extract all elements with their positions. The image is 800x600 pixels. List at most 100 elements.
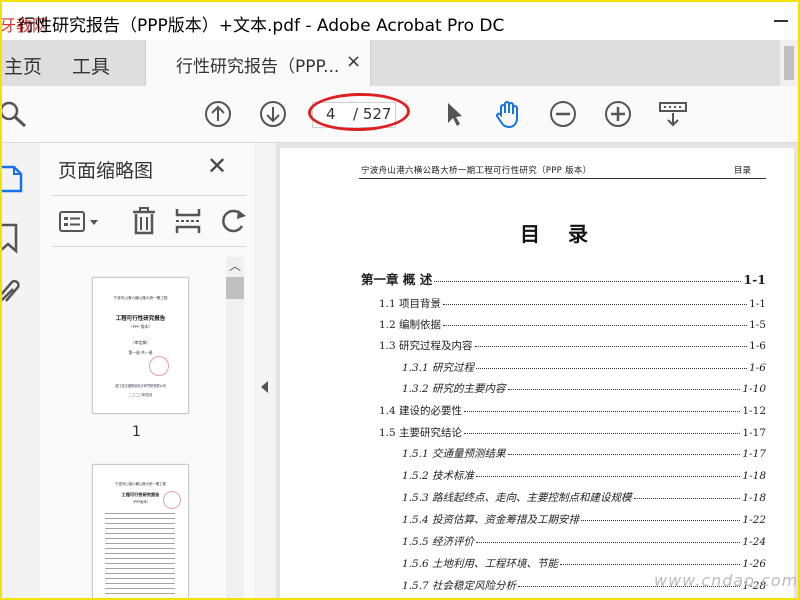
delete-icon[interactable]	[130, 206, 158, 240]
toc-entry-page: 1-6	[749, 362, 766, 374]
toc-leader-dots	[507, 454, 741, 455]
toc-entry[interactable]: 1.4 建设的必要性 1-12	[379, 403, 766, 418]
collapse-arrow-icon[interactable]	[261, 381, 268, 393]
toc-entry-page: 1-12	[742, 405, 766, 417]
toc-entry[interactable]: 1.5.5 经济评价 1-24	[402, 534, 766, 549]
zoom-out-icon[interactable]	[547, 98, 579, 130]
toc-leader-dots	[443, 304, 748, 305]
thumb-line: （PPP 版本）	[128, 324, 153, 329]
page-up-icon[interactable]	[202, 98, 234, 130]
title-bar: 牙教网 行性研究报告（PPP版本）+文本.pdf - Adobe Acrobat…	[2, 2, 798, 40]
attachment-icon[interactable]	[2, 275, 26, 309]
toc-entry-page: 1-18	[742, 470, 766, 482]
panel-toolbar	[52, 195, 246, 247]
panel-title: 页面缩略图	[58, 160, 154, 182]
toc-leader-dots	[474, 346, 748, 347]
toc-entry[interactable]: 1.5.4 投资估算、资金筹措及工期安排 1-22	[402, 512, 766, 527]
thumb-line: 宁波舟山港六横公路大桥一期工程	[113, 296, 168, 300]
thumbnail-page-number: 1	[132, 424, 141, 440]
thumb-line: 二○二○年四月	[128, 393, 153, 397]
scrollbar-thumb[interactable]	[784, 46, 794, 80]
toc-entry-text: 1.3.1 研究过程	[402, 362, 475, 374]
toc-entry[interactable]: 1.5.2 技术标准 1-18	[402, 468, 766, 483]
seal-stamp	[149, 356, 169, 376]
toc-entry[interactable]: 1.5.6 土地利用、工程环境、节能 1-26	[402, 556, 766, 571]
window-title: 行性研究报告（PPP版本）+文本.pdf - Adobe Acrobat Pro…	[18, 16, 505, 36]
toc-entry-page: 1-26	[742, 558, 766, 570]
document-view[interactable]: 宁波舟山港六横公路大桥一期工程可行性研究（PPP 版本） 目录 目录 第一章 概…	[276, 143, 798, 598]
page-thumbnail-2[interactable]: 宁波舟山港六横公路大桥一期工程 工程可行性研究报告 （PPP版本）	[92, 464, 189, 598]
toc-leader-dots	[476, 476, 741, 477]
pdf-page: 宁波舟山港六横公路大桥一期工程可行性研究（PPP 版本） 目录 目录 第一章 概…	[280, 148, 794, 598]
toc-leader-dots	[476, 368, 748, 369]
page-header-section: 目录	[734, 166, 752, 176]
toc-entry[interactable]: 1.3.1 研究过程 1-6	[402, 360, 766, 375]
toc-leader-dots	[464, 411, 741, 412]
toc-entry[interactable]: 1.1 项目背景 1-1	[379, 296, 766, 311]
thumb-line: 第一册 共一册	[128, 350, 153, 355]
options-menu-icon[interactable]	[58, 210, 104, 238]
toc-leader-dots	[581, 520, 741, 521]
page-thumbnails-panel: 页面缩略图 ✕ 宁波舟山港六横公路大桥一期工程 工程可行性研究报告 （PPP 版…	[40, 143, 255, 598]
window-scrollbar[interactable]	[780, 40, 798, 86]
extract-icon[interactable]	[174, 206, 204, 240]
tab-tools[interactable]: 工具	[72, 52, 110, 79]
toc-entry-text: 1.2 编制依据	[379, 319, 442, 331]
toc-leader-dots	[434, 281, 742, 282]
toc-entry-text: 1.5.4 投资估算、资金筹措及工期安排	[402, 514, 580, 526]
toc-leader-dots	[560, 564, 741, 565]
toc-entry-text: 1.3 研究过程及内容	[379, 340, 473, 352]
panel-close-button[interactable]: ✕	[207, 152, 227, 180]
toc-entry-page: 1-10	[742, 383, 766, 395]
scroll-up-arrow[interactable]: ︿	[229, 257, 241, 274]
minimize-button[interactable]	[774, 20, 788, 22]
toc-entry[interactable]: 1.5.1 交通量预测结果 1-17	[402, 446, 766, 461]
page-thumbnails-icon[interactable]	[2, 161, 26, 195]
thumbnails-scrollbar[interactable]: ︿	[226, 257, 244, 598]
toc-entry-page: 1-18	[742, 492, 766, 504]
thumb-line: （审定稿）	[131, 340, 150, 345]
toc-heading: 目录	[520, 222, 616, 246]
thumb-line: 工程可行性研究报告	[115, 316, 166, 322]
tab-document[interactable]: 行性研究报告（PPP... ×	[145, 40, 371, 86]
tab-document-label: 行性研究报告（PPP...	[176, 57, 340, 77]
toc-leader-dots	[443, 325, 748, 326]
bookmark-icon[interactable]	[2, 221, 26, 255]
search-icon[interactable]	[2, 98, 30, 130]
hand-tool-icon[interactable]	[492, 98, 524, 130]
toc-entry[interactable]: 第一章 概 述 1-1	[361, 269, 766, 288]
toc-entry-page: 1-22	[742, 514, 766, 526]
toc-entry-page: 1-17	[742, 427, 766, 439]
select-arrow-icon[interactable]	[438, 98, 470, 130]
rotate-icon[interactable]	[220, 206, 248, 240]
toc-leader-dots	[507, 389, 741, 390]
toc-entry-text: 第一章 概 述	[361, 272, 433, 287]
tab-close-button[interactable]: ×	[346, 51, 361, 72]
toc-entry-text: 1.5.2 技术标准	[402, 470, 475, 482]
toc-entry[interactable]: 1.3 研究过程及内容 1-6	[379, 338, 766, 353]
tab-home[interactable]: 主页	[4, 52, 42, 79]
scroll-mode-icon[interactable]	[657, 98, 689, 130]
tab-bar: 主页 工具 行性研究报告（PPP... ×	[2, 40, 798, 86]
toc-leader-dots	[476, 542, 741, 543]
thumb-line: 浙江省交通规划设计研究院有限公司	[115, 384, 166, 388]
panel-collapse-strip[interactable]	[254, 143, 276, 598]
toc-leader-dots	[633, 498, 741, 499]
page-header-title: 宁波舟山港六横公路大桥一期工程可行性研究（PPP 版本）	[361, 166, 592, 176]
toc-entry-text: 1.5.3 路线起终点、走向、主要控制点和建设规模	[402, 492, 632, 504]
thumbnails-scroll-thumb[interactable]	[226, 277, 244, 299]
toc-entry-text: 1.5.5 经济评价	[402, 536, 475, 548]
toc-entry-page: 1-5	[749, 319, 766, 331]
toc-leader-dots	[464, 433, 741, 434]
page-down-icon[interactable]	[257, 98, 289, 130]
toc-entry[interactable]: 1.5.3 路线起终点、走向、主要控制点和建设规模 1-18	[402, 490, 766, 505]
toc-entry[interactable]: 1.5 主要研究结论 1-17	[379, 425, 766, 440]
toc-entry[interactable]: 1.3.2 研究的主要内容 1-10	[402, 381, 766, 396]
page-thumbnail-1[interactable]: 宁波舟山港六横公路大桥一期工程 工程可行性研究报告 （PPP 版本） （审定稿）…	[92, 277, 189, 414]
thumb-line: 宁波舟山港六横公路大桥一期工程	[115, 482, 166, 486]
toc-entry-text: 1.5.7 社会稳定风险分析	[402, 580, 517, 592]
toc-entry-page: 1-17	[742, 448, 766, 460]
toc-entry[interactable]: 1.2 编制依据 1-5	[379, 317, 766, 332]
thumb-text-lines	[105, 509, 175, 598]
zoom-in-icon[interactable]	[602, 98, 634, 130]
